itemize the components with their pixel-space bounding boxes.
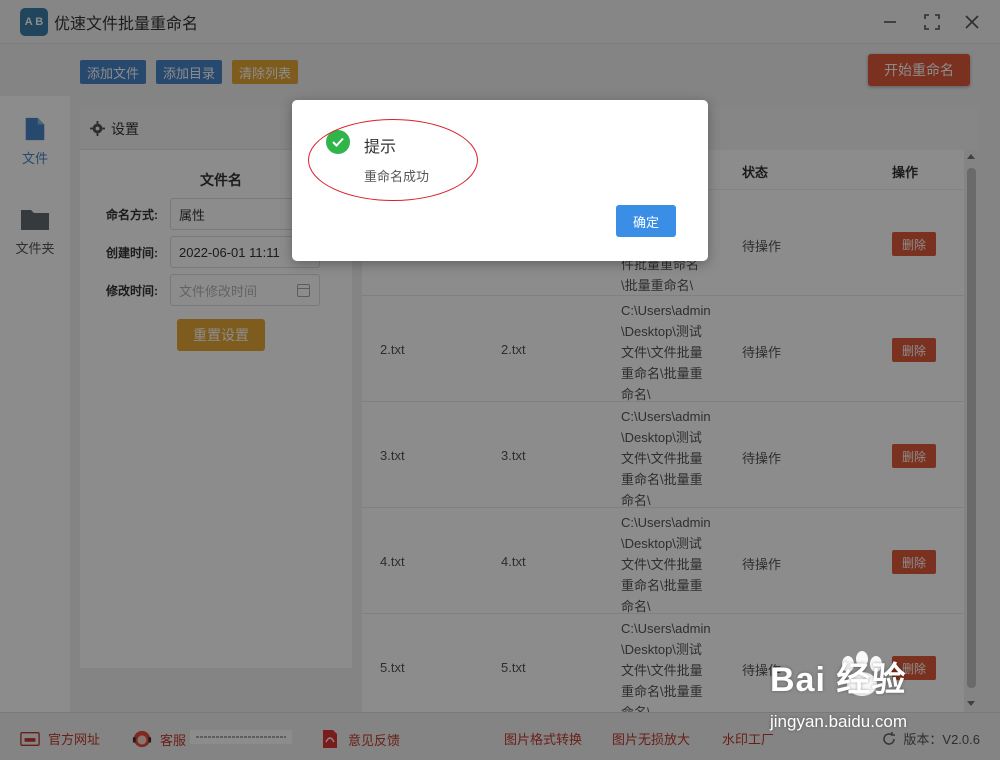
baidu-watermark: Bai 经验 jingyan.baidu.com bbox=[770, 651, 970, 736]
annotation-ellipse bbox=[308, 119, 478, 201]
dialog-ok-button[interactable]: 确定 bbox=[616, 205, 676, 237]
watermark-brand: Bai 经验 bbox=[770, 661, 907, 699]
watermark-url: jingyan.baidu.com bbox=[770, 712, 908, 731]
